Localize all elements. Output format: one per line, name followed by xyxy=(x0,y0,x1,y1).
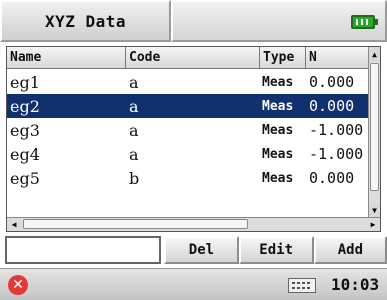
table-rows: eg1 a Meas 0.000 eg2 a Meas 0.000 eg3 a … xyxy=(7,70,369,190)
cell-name: eg4 xyxy=(10,144,40,164)
column-header-n[interactable]: N xyxy=(306,47,369,69)
cell-n: 0.000 xyxy=(309,97,355,115)
keyboard-icon[interactable] xyxy=(288,278,316,293)
cell-code: a xyxy=(129,120,139,140)
column-header-code[interactable]: Code xyxy=(126,47,260,69)
scroll-right-arrow-icon[interactable]: ▶ xyxy=(366,218,380,231)
vertical-scroll-thumb[interactable] xyxy=(370,63,379,191)
status-bar: ✕ 10:03 xyxy=(0,268,387,300)
cell-code: b xyxy=(129,168,140,188)
action-bar: Del Edit Add xyxy=(0,236,387,264)
cell-code: a xyxy=(129,144,139,164)
cell-name: eg1 xyxy=(10,72,40,92)
table-row[interactable]: eg4 a Meas -1.000 xyxy=(7,142,369,166)
cell-name: eg5 xyxy=(10,168,40,188)
close-icon[interactable]: ✕ xyxy=(8,275,28,295)
scroll-up-arrow-icon[interactable]: ▲ xyxy=(369,47,380,61)
cell-code: a xyxy=(129,72,139,92)
edit-button[interactable]: Edit xyxy=(238,236,314,264)
table-row-selected[interactable]: eg2 a Meas 0.000 xyxy=(7,94,369,118)
cell-n: -1.000 xyxy=(309,121,364,139)
search-input[interactable] xyxy=(5,236,162,264)
column-header-name[interactable]: Name xyxy=(7,47,126,69)
clock: 10:03 xyxy=(331,275,380,294)
cell-type: Meas xyxy=(262,170,294,186)
app-title: XYZ Data xyxy=(0,0,171,42)
cell-n: -1.000 xyxy=(309,145,364,163)
delete-button[interactable]: Del xyxy=(164,236,239,264)
add-button[interactable]: Add xyxy=(313,236,387,264)
table-row[interactable]: eg1 a Meas 0.000 xyxy=(7,70,369,94)
table-header: Name Code Type N xyxy=(7,47,369,69)
battery-icon xyxy=(351,15,378,29)
scroll-left-arrow-icon[interactable]: ◀ xyxy=(7,218,21,231)
cell-n: 0.000 xyxy=(309,169,355,187)
cell-name: eg3 xyxy=(10,120,40,140)
horizontal-scrollbar[interactable]: ◀ ▶ xyxy=(7,217,380,231)
scroll-down-arrow-icon[interactable]: ▼ xyxy=(369,203,380,217)
title-bar: XYZ Data xyxy=(0,0,387,42)
table-row[interactable]: eg3 a Meas -1.000 xyxy=(7,118,369,142)
horizontal-scroll-thumb[interactable] xyxy=(23,219,248,229)
cell-type: Meas xyxy=(262,74,294,90)
vertical-scrollbar[interactable]: ▲ ▼ xyxy=(368,47,380,217)
cell-n: 0.000 xyxy=(309,73,355,91)
table-row[interactable]: eg5 b Meas 0.000 xyxy=(7,166,369,190)
cell-name: eg2 xyxy=(10,96,40,116)
cell-code: a xyxy=(129,96,139,116)
cell-type: Meas xyxy=(262,146,294,162)
title-bar-right xyxy=(171,0,387,42)
data-table[interactable]: Name Code Type N eg1 a Meas 0.000 eg2 a … xyxy=(6,46,381,232)
cell-type: Meas xyxy=(262,122,294,138)
column-header-type[interactable]: Type xyxy=(260,47,306,69)
cell-type: Meas xyxy=(262,98,294,114)
